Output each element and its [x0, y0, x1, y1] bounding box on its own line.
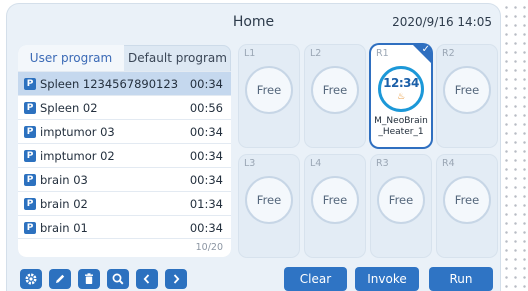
tab-user-program[interactable]: User program [18, 45, 124, 71]
slot-l3[interactable]: L3 Free [239, 155, 299, 257]
slot-free-circle: Free [311, 176, 359, 224]
program-badge-icon: P [24, 78, 36, 90]
run-button[interactable]: Run [429, 267, 493, 291]
slot-state: Free [256, 83, 282, 97]
home-panel: Home 2020/9/16 14:05 User program Defaul… [7, 4, 500, 291]
program-duration: 01:34 [189, 197, 223, 211]
search-icon [112, 273, 124, 285]
slot-label: L1 [244, 48, 256, 59]
slot-label: R4 [442, 158, 455, 169]
trash-icon [85, 273, 93, 284]
slot-program-name: M_NeoBrain _Heater_1 [371, 116, 431, 138]
program-row[interactable]: P brain 01 00:34 [18, 215, 231, 240]
timer-circle: 12:34 ♨ [378, 66, 424, 112]
slot-free-circle: Free [311, 66, 359, 114]
page-count: 10/20 [195, 242, 223, 253]
slot-label: L2 [310, 48, 322, 59]
slot-r3[interactable]: R3 Free [371, 155, 431, 257]
program-row[interactable]: P brain 03 00:34 [18, 167, 231, 192]
tab-default-program[interactable]: Default program [124, 45, 231, 71]
slot-program-name-line1: M_NeoBrain [374, 116, 428, 126]
program-name: brain 03 [40, 173, 88, 187]
slot-free-circle: Free [443, 66, 491, 114]
program-duration: 00:34 [189, 125, 223, 139]
slot-label: L3 [244, 158, 256, 169]
program-name: brain 02 [40, 197, 88, 211]
slot-free-circle: Free [245, 66, 293, 114]
timer-clock: 12:34 [383, 76, 419, 90]
program-row[interactable]: P brain 02 01:34 [18, 191, 231, 216]
chevron-left-icon [143, 274, 150, 284]
program-badge-icon: P [24, 102, 36, 114]
slot-label: R2 [442, 48, 455, 59]
next-page-button[interactable] [165, 269, 187, 289]
checkmark-icon: ✓ [421, 44, 430, 55]
slot-state: Free [388, 193, 414, 207]
dot-grid-background [500, 0, 528, 291]
gear-icon [25, 273, 37, 285]
program-row[interactable]: P imptumor 02 00:34 [18, 143, 231, 168]
slot-free-circle: Free [245, 176, 293, 224]
slot-label: R3 [376, 158, 389, 169]
program-duration: 00:56 [189, 101, 223, 115]
datetime-display: 2020/9/16 14:05 [392, 15, 492, 29]
program-row[interactable]: P Spleen 02 00:56 [18, 95, 231, 120]
program-badge-icon: P [24, 150, 36, 162]
clear-button[interactable]: Clear [284, 267, 347, 291]
program-row[interactable]: P Spleen 1234567890123 00:34 [18, 71, 231, 96]
slot-r1[interactable]: R1 ✓ 12:34 ♨ M_NeoBrain _Heater_1 [371, 44, 431, 147]
delete-button[interactable] [78, 269, 100, 289]
settings-button[interactable] [20, 269, 42, 289]
chevron-right-icon [173, 274, 180, 284]
program-name: imptumor 02 [40, 149, 115, 163]
slot-free-circle: Free [443, 176, 491, 224]
slot-l4[interactable]: L4 Free [305, 155, 365, 257]
program-list-panel: User program Default program P Spleen 12… [18, 45, 231, 257]
program-tabs: User program Default program [18, 45, 231, 71]
slot-free-circle: Free [377, 176, 425, 224]
pencil-icon [56, 274, 65, 283]
program-name: Spleen 02 [40, 101, 98, 115]
program-badge-icon: P [24, 222, 36, 234]
heater-steam-icon: ♨ [396, 92, 406, 102]
slot-state: Free [454, 193, 480, 207]
slot-l2[interactable]: L2 Free [305, 45, 365, 147]
slot-program-name-line2: _Heater_1 [378, 127, 424, 137]
page-indicator: 10/20 [18, 238, 231, 257]
program-name: imptumor 03 [40, 125, 115, 139]
slot-state: Free [256, 193, 282, 207]
edit-button[interactable] [49, 269, 71, 289]
program-duration: 00:34 [189, 221, 223, 235]
top-bar: Home 2020/9/16 14:05 [7, 4, 500, 40]
invoke-button[interactable]: Invoke [355, 267, 419, 291]
slot-l1[interactable]: L1 Free [239, 45, 299, 147]
prev-page-button[interactable] [136, 269, 158, 289]
slot-r4[interactable]: R4 Free [437, 155, 497, 257]
program-badge-icon: P [24, 198, 36, 210]
program-name: brain 01 [40, 221, 88, 235]
slot-state: Free [322, 193, 348, 207]
program-row[interactable]: P imptumor 03 00:34 [18, 119, 231, 144]
slot-r2[interactable]: R2 Free [437, 45, 497, 147]
slot-state: Free [322, 83, 348, 97]
program-badge-icon: P [24, 126, 36, 138]
program-badge-icon: P [24, 174, 36, 186]
slot-label: R1 [376, 48, 389, 59]
search-button[interactable] [107, 269, 129, 289]
slot-label: L4 [310, 158, 322, 169]
program-duration: 00:34 [189, 149, 223, 163]
program-duration: 00:34 [189, 77, 223, 91]
program-duration: 00:34 [189, 173, 223, 187]
program-name: Spleen 1234567890123 [40, 77, 179, 91]
slot-state: Free [454, 83, 480, 97]
